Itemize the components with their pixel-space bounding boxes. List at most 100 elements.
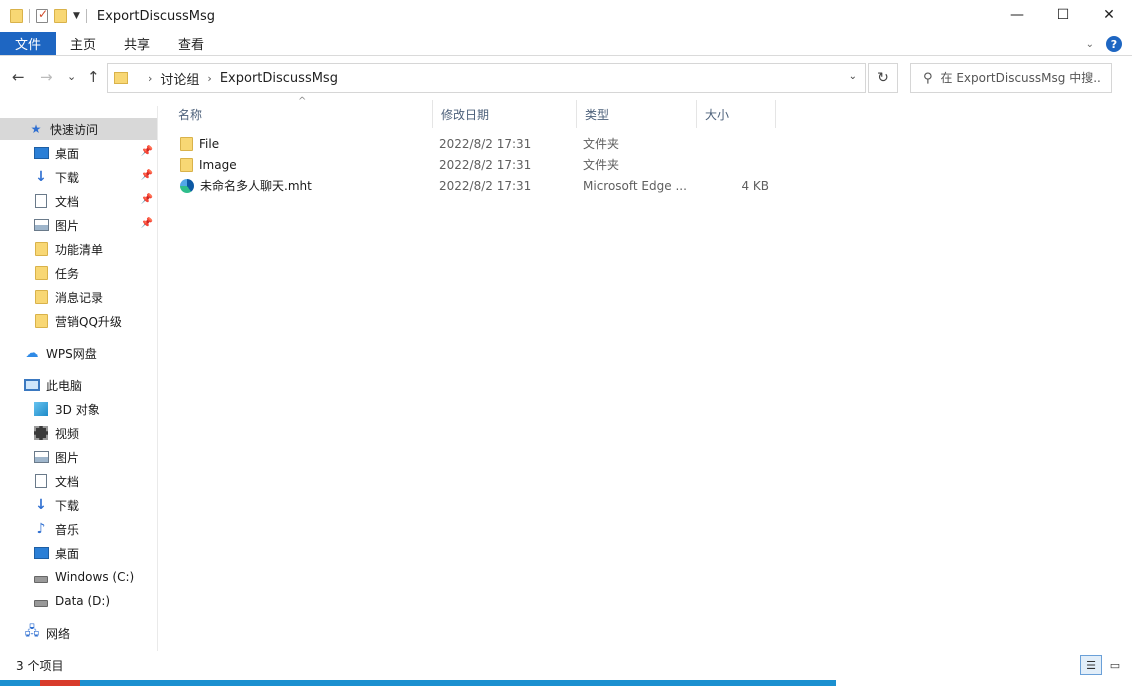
tab-view[interactable]: 查看 <box>164 32 218 55</box>
cloud-icon: ☁ <box>25 345 39 361</box>
toolbar-divider <box>85 9 87 23</box>
address-bar[interactable]: › 讨论组 › ExportDiscussMsg ⌄ <box>107 63 866 93</box>
details-view-button[interactable]: ☰ <box>1080 655 1102 675</box>
sidebar-item-label: 文档 <box>55 194 80 209</box>
sidebar-item-this-pc[interactable]: 此电脑 <box>0 374 157 396</box>
window-title: ExportDiscussMsg <box>96 8 216 24</box>
file-name: File <box>199 136 220 151</box>
sidebar-item-drive-c[interactable]: Windows (C:) <box>0 566 157 588</box>
sidebar-item-documents[interactable]: 文档 📌 <box>0 190 157 212</box>
sidebar-item-desktop-pc[interactable]: 桌面 <box>0 542 157 564</box>
column-header-type[interactable]: 类型 <box>576 100 696 128</box>
folder-icon <box>33 290 49 304</box>
file-date: 2022/8/2 17:31 <box>439 178 532 193</box>
file-list: File 2022/8/2 17:31 文件夹 Image 2022/8/2 1… <box>170 133 780 196</box>
address-history-dropdown[interactable]: ⌄ <box>849 71 857 82</box>
expand-ribbon-icon[interactable]: ⌄ <box>1086 39 1094 50</box>
large-icons-view-button[interactable]: ▭ <box>1104 655 1126 675</box>
refresh-button[interactable]: ↻ <box>868 63 898 93</box>
close-button[interactable]: ✕ <box>1086 0 1132 30</box>
sidebar-item-pictures[interactable]: 图片 📌 <box>0 214 157 236</box>
sidebar-item-label: 此电脑 <box>46 378 83 393</box>
customize-toolbar-dropdown[interactable]: ▼ <box>73 11 80 21</box>
column-headers: ^ 名称 修改日期 类型 大小 <box>170 96 780 128</box>
desktop-icon <box>33 146 49 160</box>
ribbon-right-controls: ⌄ ? <box>1086 36 1122 52</box>
edge-icon <box>180 178 194 193</box>
sidebar-item-drive-d[interactable]: Data (D:) <box>0 590 157 612</box>
sidebar-item-label: Data (D:) <box>55 594 111 608</box>
toolbar-divider <box>29 9 30 23</box>
pin-icon: 📌 <box>140 146 153 157</box>
file-row[interactable]: 未命名多人聊天.mht 2022/8/2 17:31 Microsoft Edg… <box>170 175 780 196</box>
sidebar-item-label: 图片 <box>55 218 80 233</box>
sidebar-item-message-records[interactable]: 消息记录 <box>0 286 157 308</box>
properties-icon[interactable] <box>36 7 48 23</box>
sidebar-item-network[interactable]: 🖧 网络 <box>0 622 157 644</box>
sidebar-item-videos[interactable]: 视频 <box>0 422 157 444</box>
tab-share[interactable]: 共享 <box>110 32 164 55</box>
file-date: 2022/8/2 17:31 <box>439 157 532 172</box>
sidebar-item-marketing-qq[interactable]: 营销QQ升级 <box>0 310 157 332</box>
status-bar: 3 个项目 ☰ ▭ <box>0 652 1132 678</box>
sidebar-item-label: 桌面 <box>55 146 80 161</box>
up-button[interactable]: ↑ <box>87 68 100 86</box>
breadcrumb-separator[interactable]: › <box>207 72 211 85</box>
pin-icon: 📌 <box>140 218 153 229</box>
pin-icon: 📌 <box>140 194 153 205</box>
tab-home[interactable]: 主页 <box>56 32 110 55</box>
forward-button[interactable]: → <box>40 68 53 86</box>
sidebar-item-music[interactable]: ♪ 音乐 <box>0 518 157 540</box>
sidebar-item-downloads[interactable]: ↓ 下载 📌 <box>0 166 157 188</box>
file-name: 未命名多人聊天.mht <box>200 179 312 193</box>
sidebar-item-label: 下载 <box>55 170 80 185</box>
sidebar-item-label: 图片 <box>55 450 80 465</box>
column-header-size[interactable]: 大小 <box>696 100 776 128</box>
navigation-pane: ★ 快速访问 桌面 📌 ↓ 下载 📌 文档 📌 图片 📌 功能清单 任务 消息记… <box>0 106 158 651</box>
sidebar-item-tasks[interactable]: 任务 <box>0 262 157 284</box>
breadcrumb-separator[interactable]: › <box>148 72 152 85</box>
sidebar-item-label: 视频 <box>55 426 80 441</box>
file-row[interactable]: File 2022/8/2 17:31 文件夹 <box>170 133 780 154</box>
picture-icon <box>33 450 49 464</box>
sidebar-item-label: 消息记录 <box>55 290 104 305</box>
sidebar-item-downloads-pc[interactable]: ↓ 下载 <box>0 494 157 516</box>
sidebar-item-pictures-pc[interactable]: 图片 <box>0 446 157 468</box>
sidebar-item-desktop[interactable]: 桌面 📌 <box>0 142 157 164</box>
tab-file[interactable]: 文件 <box>0 32 56 55</box>
document-icon <box>33 474 49 488</box>
sidebar-item-label: 网络 <box>46 626 71 641</box>
taskbar-edge <box>0 680 836 686</box>
sidebar-item-wps-cloud[interactable]: ☁ WPS网盘 <box>0 342 157 364</box>
file-row[interactable]: Image 2022/8/2 17:31 文件夹 <box>170 154 780 175</box>
column-header-date[interactable]: 修改日期 <box>432 100 576 128</box>
pin-icon: 📌 <box>140 170 153 181</box>
breadcrumb-discussion-group[interactable]: 讨论组 <box>160 69 199 88</box>
file-name: Image <box>199 157 237 172</box>
maximize-button[interactable]: ☐ <box>1040 0 1086 30</box>
sidebar-item-quick-access[interactable]: ★ 快速访问 <box>0 118 157 140</box>
back-button[interactable]: ← <box>12 68 25 86</box>
document-icon <box>33 194 49 208</box>
drive-icon <box>33 570 49 584</box>
new-folder-icon[interactable] <box>54 9 67 23</box>
search-input[interactable] <box>940 71 1101 85</box>
star-icon: ★ <box>30 122 42 136</box>
column-header-name[interactable]: 名称 <box>170 100 432 128</box>
sidebar-item-3d-objects[interactable]: 3D 对象 <box>0 398 157 420</box>
navigation-bar: ← → ⌄ ↑ › 讨论组 › ExportDiscussMsg ⌄ ↻ ⚲ <box>0 60 1132 96</box>
sidebar-item-feature-list[interactable]: 功能清单 <box>0 238 157 260</box>
folder-icon <box>180 136 193 151</box>
taskbar-app-indicator <box>40 680 80 686</box>
sidebar-item-label: 功能清单 <box>55 242 104 257</box>
folder-icon[interactable] <box>10 9 23 23</box>
breadcrumb-exportdiscussmsg[interactable]: ExportDiscussMsg <box>220 71 338 86</box>
file-name-cell: File <box>180 136 220 151</box>
recent-locations-button[interactable]: ⌄ <box>67 70 76 83</box>
file-type: 文件夹 <box>583 158 620 172</box>
sidebar-item-label: 音乐 <box>55 522 80 537</box>
minimize-button[interactable]: — <box>994 0 1040 30</box>
search-box[interactable]: ⚲ <box>910 63 1112 93</box>
help-icon[interactable]: ? <box>1106 36 1122 52</box>
sidebar-item-documents-pc[interactable]: 文档 <box>0 470 157 492</box>
